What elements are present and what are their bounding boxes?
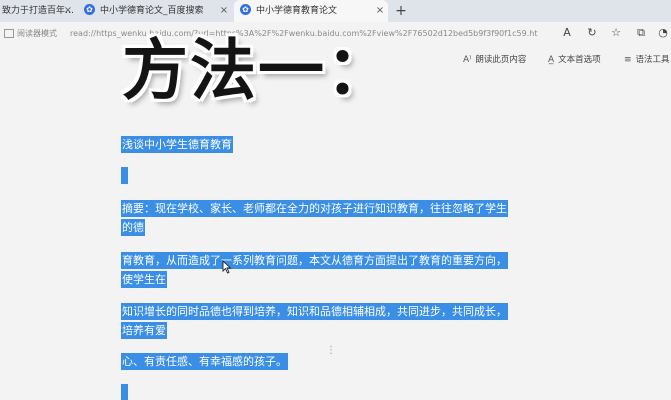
grammar-tools-label: 语法工具: [635, 55, 670, 65]
tab-0-close-icon[interactable]: ×: [62, 0, 74, 22]
doc-title[interactable]: 浅谈中小学生德育教育: [121, 134, 233, 155]
read-aloud-button[interactable]: A⁾ 朗读此页内容: [463, 52, 526, 68]
text-preferences-icon: A̲: [548, 55, 555, 65]
collections-icon[interactable]: ⧉: [634, 25, 648, 41]
grammar-tools-icon: ≡: [624, 55, 632, 65]
tab-0[interactable]: 致力于打造百年… ×: [0, 0, 76, 22]
paragraph-line[interactable]: 培养有爱: [121, 320, 167, 341]
refresh-icon[interactable]: ↻: [585, 25, 599, 41]
paragraph-line[interactable]: 育教育，从而造成了一系列教育问题，本文从德育方面提出了教育的重要方向，: [121, 250, 508, 271]
profile-icon[interactable]: ◔: [656, 25, 670, 41]
selected-empty-line: [121, 384, 128, 400]
reader-mode-label: 阅读器模式: [17, 29, 57, 38]
overlay-caption: 方法一：: [122, 32, 394, 109]
paragraph-line[interactable]: 的德: [121, 217, 145, 238]
tab-2-title: 中小学德育教育论文: [256, 6, 338, 16]
paragraph-line-text: 的德: [121, 219, 145, 236]
drag-handle-icon[interactable]: ⋮: [326, 346, 336, 356]
tab-strip: 致力于打造百年… × ✿ 中小学德育论文_百度搜索 × ✿ 中小学德育教育论文 × …: [0, 0, 671, 23]
reader-mode-icon: [4, 29, 14, 38]
tab-2-active[interactable]: ✿ 中小学德育教育论文 ×: [234, 0, 388, 22]
reader-mode-button[interactable]: 阅读器模式: [4, 22, 57, 46]
tab-1[interactable]: ✿ 中小学德育论文_百度搜索 ×: [78, 0, 232, 22]
paragraph-line[interactable]: 摘要：现在学校、家长、老师都在全力的对孩子进行知识教育，往往忽略了学生: [121, 198, 508, 219]
paw-icon: ✿: [240, 4, 251, 15]
mouse-cursor-icon: [222, 260, 232, 274]
text-preferences-label: 文本首选项: [558, 55, 601, 65]
selected-empty-line: [121, 167, 128, 184]
paragraph-line[interactable]: 心、有责任感、有幸福感的孩子。: [121, 351, 288, 372]
read-aloud-icon[interactable]: A: [560, 25, 574, 41]
read-aloud-speaker-icon: A⁾: [463, 55, 472, 65]
paragraph-line-text: 心、有责任感、有幸福感的孩子。: [121, 353, 288, 370]
paragraph-line-text: 知识增长的同时品德也得到培养，知识和品德相辅相成，共同进步，共同成长，: [121, 303, 508, 320]
tab-1-title: 中小学德育论文_百度搜索: [100, 6, 204, 16]
paragraph-line-text: 培养有爱: [121, 322, 167, 339]
text-preferences-button[interactable]: A̲ 文本首选项: [548, 52, 601, 68]
doc-title-text: 浅谈中小学生德育教育: [121, 136, 233, 153]
tab-1-close-icon[interactable]: ×: [218, 0, 230, 22]
paragraph-line-text: 摘要：现在学校、家长、老师都在全力的对孩子进行知识教育，往往忽略了学生: [121, 200, 508, 217]
read-aloud-label: 朗读此页内容: [475, 55, 527, 65]
new-tab-button[interactable]: +: [394, 0, 408, 22]
grammar-tools-button[interactable]: ≡ 语法工具: [624, 52, 670, 68]
paragraph-line-text: 使学生在: [121, 271, 167, 288]
tab-2-close-icon[interactable]: ×: [374, 0, 386, 22]
paragraph-line[interactable]: 使学生在: [121, 269, 167, 290]
favorites-icon[interactable]: ☆: [609, 25, 623, 41]
paw-icon: ✿: [84, 4, 95, 15]
paragraph-line-text: 育教育，从而造成了一系列教育问题，本文从德育方面提出了教育的重要方向，: [121, 252, 508, 269]
paragraph-line[interactable]: 知识增长的同时品德也得到培养，知识和品德相辅相成，共同进步，共同成长，: [121, 301, 508, 322]
